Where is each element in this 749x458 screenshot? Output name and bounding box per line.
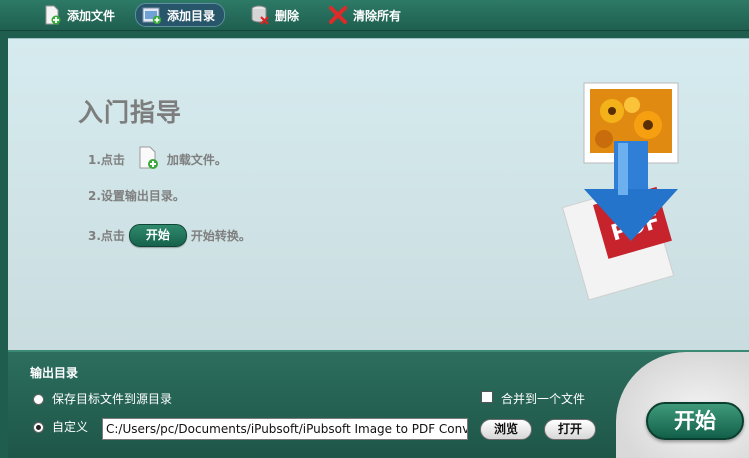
open-button[interactable]: 打开 <box>544 419 596 440</box>
add-folder-label: 添加目录 <box>167 8 216 23</box>
add-folder-button[interactable]: 添加目录 <box>135 3 225 27</box>
output-label: 输出目录 <box>30 366 79 380</box>
start-button-area: 开始 <box>616 352 749 458</box>
inline-start-button: 开始 <box>128 224 187 247</box>
guide-step-1: 1.点击 加载文件。 <box>88 146 227 173</box>
add-file-icon <box>42 5 62 25</box>
toolbar: 添加文件 添加目录 删除 清除所有 <box>0 0 749 31</box>
output-path-input[interactable]: C:/Users/pc/Documents/iPubsoft/iPubsoft … <box>102 418 468 440</box>
guide-panel: 入门指导 1.点击 加载文件。 2.设置输出目录。 3.点击 开始 开始转换。 … <box>8 38 749 350</box>
add-file-button[interactable]: 添加文件 <box>36 3 121 27</box>
image-to-pdf-illustration: PDF <box>560 81 690 307</box>
guide-title: 入门指导 <box>78 98 183 127</box>
save-to-source-radio[interactable] <box>33 394 44 405</box>
add-file-hint-icon <box>137 146 159 173</box>
add-folder-icon <box>142 5 162 25</box>
delete-label: 删除 <box>275 8 300 23</box>
start-button[interactable]: 开始 <box>646 402 744 440</box>
clear-all-label: 清除所有 <box>353 8 402 23</box>
output-panel: 输出目录 保存目标文件到源目录 自定义 C:/Users/pc/Document… <box>8 350 749 458</box>
add-file-label: 添加文件 <box>67 8 116 23</box>
merge-label: 合并到一个文件 <box>501 392 586 406</box>
clear-all-icon <box>328 5 348 25</box>
step1-suffix: 加载文件。 <box>166 153 227 167</box>
step3-prefix: 3.点击 <box>88 229 125 243</box>
save-to-source-label: 保存目标文件到源目录 <box>52 392 173 406</box>
custom-path-radio[interactable] <box>33 422 44 433</box>
step3-suffix: 开始转换。 <box>190 229 251 243</box>
delete-icon <box>250 5 270 25</box>
guide-step-2: 2.设置输出目录。 <box>88 187 185 204</box>
step1-prefix: 1.点击 <box>88 153 125 167</box>
guide-step-3: 3.点击 开始 开始转换。 <box>88 224 251 247</box>
step2-text: 2.设置输出目录。 <box>88 189 185 203</box>
merge-checkbox[interactable] <box>481 391 493 403</box>
custom-path-label: 自定义 <box>52 420 89 434</box>
delete-button[interactable]: 删除 <box>244 3 305 27</box>
browse-button[interactable]: 浏览 <box>480 419 532 440</box>
clear-all-button[interactable]: 清除所有 <box>322 3 407 27</box>
